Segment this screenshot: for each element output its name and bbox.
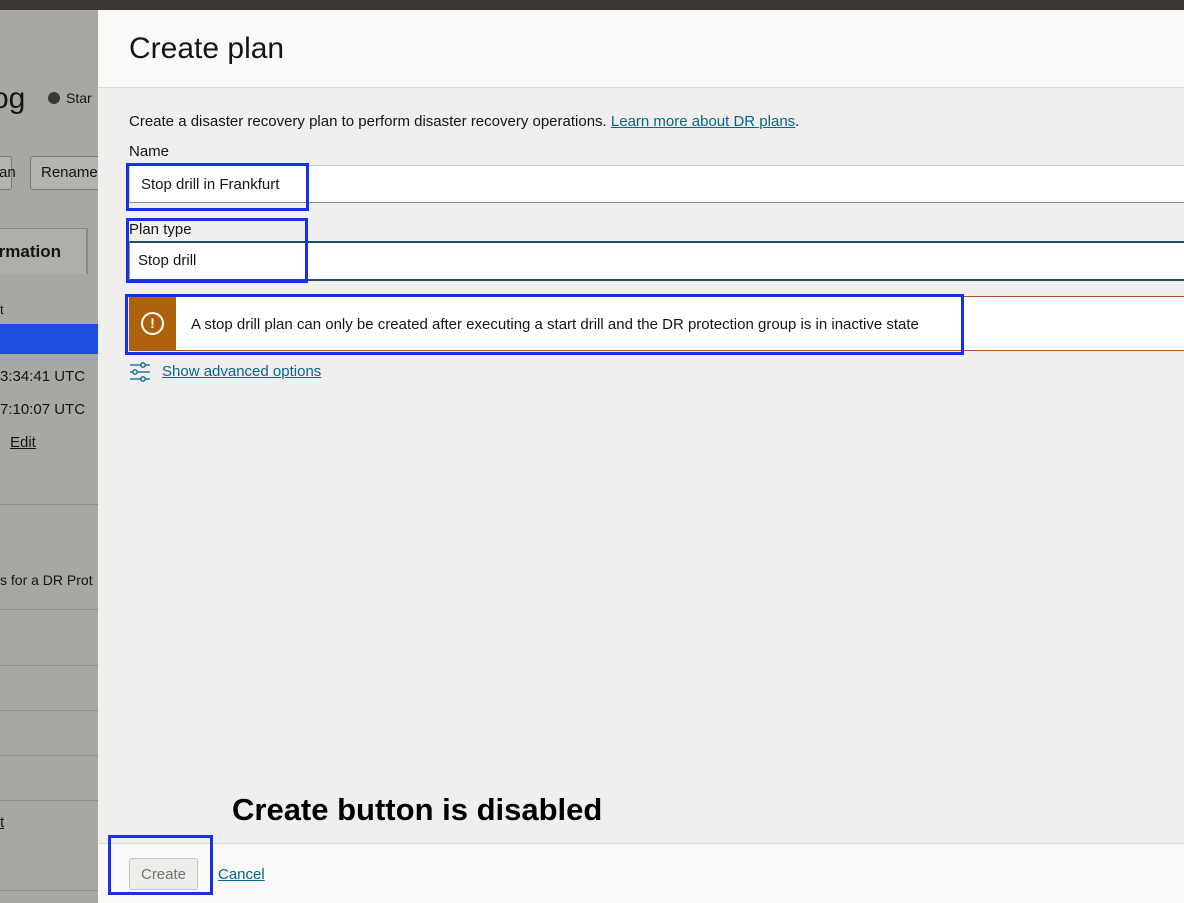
intro-period: . <box>795 113 800 130</box>
plan-type-label: Plan type <box>129 221 192 238</box>
plan-type-select[interactable]: Stop drill <box>129 241 1184 281</box>
panel-header: Create plan <box>98 10 1184 88</box>
background-divider <box>0 755 98 756</box>
name-input[interactable]: Stop drill in Frankfurt <box>129 165 1184 203</box>
annotation-caption: Create button is disabled <box>232 792 603 827</box>
status-dot-icon <box>48 92 60 104</box>
show-advanced-options-link[interactable]: Show advanced options <box>162 363 321 380</box>
warning-message: ! A stop drill plan can only be created … <box>129 296 1184 351</box>
background-divider <box>0 890 98 891</box>
top-bar <box>0 0 1184 10</box>
background-small-label: t <box>0 302 4 317</box>
background-divider <box>0 609 98 610</box>
background-divider <box>0 710 98 711</box>
background-timestamp: 3:34:41 UTC <box>0 368 86 385</box>
warning-text: A stop drill plan can only be created af… <box>191 316 919 333</box>
warning-icon-container: ! <box>130 297 176 350</box>
background-link: t <box>0 814 5 831</box>
background-edit-link: Edit <box>10 434 36 451</box>
create-plan-panel: Create plan Create a disaster recovery p… <box>98 10 1184 903</box>
exclamation-circle-icon: ! <box>141 312 164 335</box>
background-selected-row <box>0 324 98 354</box>
create-button[interactable]: Create <box>129 858 198 890</box>
background-button: an <box>0 156 16 190</box>
learn-more-link[interactable]: Learn more about DR plans <box>611 113 795 130</box>
cancel-link[interactable]: Cancel <box>218 866 265 883</box>
intro-description: Create a disaster recovery plan to perfo… <box>129 113 611 130</box>
background-description: s for a DR Prot <box>0 572 93 588</box>
sliders-icon <box>130 362 150 382</box>
intro-text: Create a disaster recovery plan to perfo… <box>129 113 799 130</box>
background-timestamp: 7:10:07 UTC <box>0 401 86 418</box>
background-divider <box>0 800 98 801</box>
background-divider <box>0 504 98 505</box>
panel-footer: Create Cancel <box>98 843 1184 903</box>
background-status: Star <box>48 90 92 106</box>
background-tab-divider <box>86 228 87 274</box>
background-rename-button: Rename <box>30 156 100 190</box>
background-title: og <box>0 82 26 115</box>
panel-title: Create plan <box>129 32 285 65</box>
background-divider <box>0 665 98 666</box>
background-page: og Star an Rename rmation t 3:34:41 UTC … <box>0 10 100 903</box>
name-label: Name <box>129 143 170 160</box>
background-tab: rmation <box>0 228 88 274</box>
background-status-text: Star <box>66 90 92 106</box>
